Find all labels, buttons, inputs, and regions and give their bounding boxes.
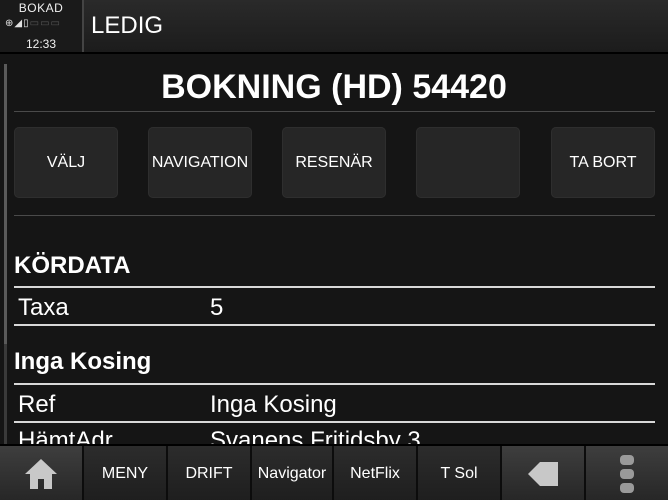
- row-divider: [14, 383, 655, 385]
- bottom-nav: MENY DRIFT Navigator NetFlix T Sol: [0, 444, 668, 500]
- home-icon: [25, 459, 57, 489]
- select-button[interactable]: VÄLJ: [14, 127, 118, 198]
- row-value-pickup-address: Svanens Fritidsby 3: [210, 427, 421, 444]
- row-label-pickup-address: HämtAdr: [18, 427, 113, 444]
- app-title: LEDIG: [91, 12, 164, 39]
- home-button[interactable]: [0, 446, 84, 500]
- signal-icon: ◢: [14, 18, 23, 29]
- drift-button[interactable]: DRIFT: [168, 446, 252, 500]
- row-label-ref: Ref: [18, 391, 56, 418]
- divider: [14, 111, 655, 112]
- traveller-button[interactable]: RESENÄR: [282, 127, 386, 198]
- booking-heading: BOKNING (HD) 54420: [161, 68, 507, 106]
- empty-action-button[interactable]: [416, 127, 520, 198]
- network-icon: ▭: [50, 18, 60, 29]
- status-panel[interactable]: BOKAD ⊕◢▯▭▭▭ 12:33: [0, 0, 84, 52]
- scrollbar[interactable]: [4, 64, 7, 444]
- delete-button[interactable]: TA BORT: [551, 127, 655, 198]
- top-bar: BOKAD ⊕◢▯▭▭▭ 12:33 LEDIG: [0, 0, 668, 54]
- netflix-button[interactable]: NetFlix: [334, 446, 418, 500]
- row-value-ref: Inga Kosing: [210, 391, 337, 418]
- tsol-button[interactable]: T Sol: [418, 446, 502, 500]
- booking-details[interactable]: BOKNING (HD) 54420 VÄLJ NAVIGATION RESEN…: [0, 54, 668, 444]
- row-label-fare: Taxa: [18, 294, 69, 321]
- row-value-fare: 5: [210, 294, 224, 321]
- gps-icon: ⊕: [5, 18, 14, 29]
- clock: 12:33: [25, 37, 57, 51]
- back-arrow-icon: [528, 462, 558, 486]
- divider: [14, 215, 655, 216]
- more-button[interactable]: [586, 446, 668, 500]
- printer-icon: ▭: [29, 18, 40, 29]
- screen: BOKAD ⊕◢▯▭▭▭ 12:33 LEDIG BOKNING (HD) 54…: [0, 0, 668, 500]
- navigator-button[interactable]: Navigator: [252, 446, 334, 500]
- meter-icon: ▭: [40, 18, 50, 29]
- booked-status-label: BOKAD: [18, 1, 64, 15]
- more-vertical-icon: [620, 455, 634, 493]
- back-button[interactable]: [502, 446, 586, 500]
- row-divider: [14, 324, 655, 326]
- row-divider: [14, 421, 655, 423]
- navigation-button[interactable]: NAVIGATION: [148, 127, 252, 198]
- status-icons: ⊕◢▯▭▭▭: [5, 18, 79, 30]
- phone-icon: ▯: [23, 18, 29, 29]
- row-divider: [14, 286, 655, 288]
- section-title-drive-data: KÖRDATA: [14, 252, 131, 279]
- section-title-customer: Inga Kosing: [14, 348, 152, 375]
- menu-button[interactable]: MENY: [84, 446, 168, 500]
